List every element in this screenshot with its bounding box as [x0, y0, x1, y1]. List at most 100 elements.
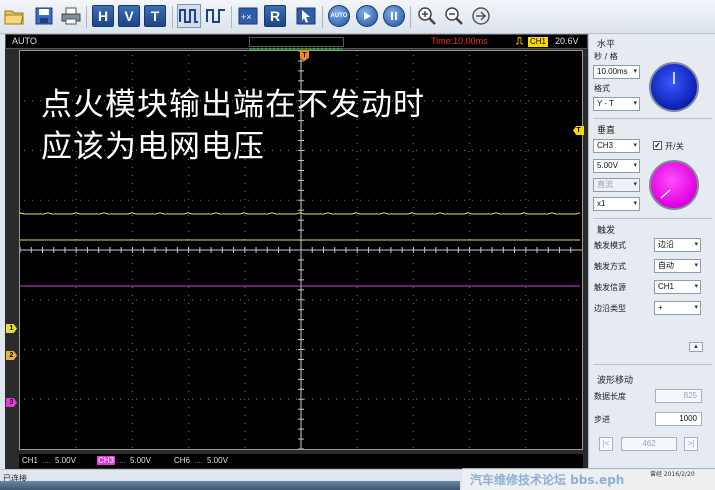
grid-dot: [356, 295, 358, 296]
grid-dot: [328, 150, 329, 151]
zoom-out-button[interactable]: [443, 5, 465, 27]
grid-dot: [525, 215, 527, 216]
probe-select[interactable]: x1 ▾: [593, 197, 640, 211]
pulse-wave-button[interactable]: [177, 4, 201, 28]
grid-dot: [560, 199, 561, 201]
grid-dot: [469, 79, 471, 80]
save-button[interactable]: [33, 5, 55, 27]
coupling-select[interactable]: 直流 ▾: [593, 178, 640, 192]
grid-dot: [525, 303, 527, 304]
grid-dot: [412, 375, 414, 376]
auto-icon: AUTO: [328, 5, 350, 27]
waveform-display[interactable]: 点火模块输出端在不发动时 应该为电网电压: [19, 50, 583, 450]
position-field[interactable]: 462: [621, 437, 677, 451]
grid-dot: [188, 191, 190, 192]
trigger-time-marker[interactable]: T: [0, 0, 309, 61]
grid-dot: [131, 319, 133, 320]
grid-dot: [480, 150, 481, 151]
timebase-select[interactable]: 10.00ms ▾: [593, 65, 640, 79]
grid-dot: [392, 150, 393, 151]
math-channel-button[interactable]: +×: [237, 5, 259, 27]
trigger-method-select[interactable]: 自动 ▾: [654, 259, 701, 273]
grid-dot: [448, 150, 449, 151]
volts-per-div-select[interactable]: 5.00V ▾: [593, 159, 640, 173]
zoom-in-button[interactable]: [416, 5, 438, 27]
grid-dot: [75, 391, 77, 392]
grid-dot: [188, 303, 190, 304]
reference-button[interactable]: R: [264, 5, 286, 27]
reset-view-button[interactable]: [470, 5, 492, 27]
step-field[interactable]: 1000: [655, 412, 702, 426]
grid-dot: [24, 349, 25, 350]
grid-dot: [356, 223, 358, 224]
grid-dot: [208, 299, 209, 301]
grid-dot: [75, 175, 77, 176]
first-position-button[interactable]: |<: [599, 437, 613, 451]
grid-dot: [525, 375, 527, 376]
grid-dot: [544, 349, 545, 350]
grid-dot: [384, 150, 385, 151]
printer-icon: [61, 7, 81, 25]
waveform-overview[interactable]: [249, 37, 344, 52]
wave-mode-button[interactable]: [205, 5, 227, 27]
grid-dot: [131, 407, 133, 408]
grid-dot: [416, 150, 417, 151]
grid-dot: [131, 287, 133, 288]
grid-dot: [344, 150, 345, 151]
grid-dot: [560, 299, 561, 301]
grid-dot: [304, 398, 305, 400]
grid-dot: [469, 399, 471, 400]
grid-dot: [356, 375, 358, 376]
grid-dot: [504, 100, 505, 102]
print-button[interactable]: [60, 5, 82, 27]
grid-dot: [244, 71, 246, 72]
auto-set-button[interactable]: AUTO: [328, 5, 350, 27]
volts-knob[interactable]: [649, 160, 699, 210]
grid-dot: [525, 119, 527, 120]
grid-dot: [356, 311, 358, 312]
grid-dot: [131, 447, 133, 448]
grid-dot: [469, 271, 471, 272]
trigger-button[interactable]: T: [144, 5, 166, 27]
trigger-mode-select[interactable]: 边沿 ▾: [654, 238, 701, 252]
cursor-select-button[interactable]: [295, 5, 317, 27]
data-length-field[interactable]: 825: [655, 389, 702, 403]
grid-dot: [248, 299, 249, 301]
vertical-button[interactable]: V: [118, 5, 140, 27]
grid-dot: [328, 398, 329, 400]
grid-dot: [244, 351, 246, 352]
grid-dot: [272, 349, 273, 350]
grid-dot: [525, 407, 527, 408]
grid-dot: [376, 299, 377, 301]
channel-select[interactable]: CH3 ▾: [593, 139, 640, 153]
horizontal-button[interactable]: H: [92, 5, 114, 27]
grid-dot: [75, 351, 77, 352]
grid-dot: [376, 199, 377, 201]
grid-dot: [469, 415, 471, 416]
grid-dot: [424, 299, 425, 301]
grid-dot: [525, 263, 527, 264]
grid-dot: [525, 167, 527, 168]
grid-dot: [304, 199, 305, 201]
format-select[interactable]: Y - T ▾: [593, 97, 640, 111]
last-position-button[interactable]: >|: [684, 437, 698, 451]
edge-type-select[interactable]: + ▾: [654, 301, 701, 315]
timebase-knob[interactable]: [649, 62, 699, 112]
trigger-collapse-button[interactable]: ▲: [689, 342, 703, 352]
grid-dot: [440, 398, 441, 400]
grid-dot: [412, 311, 414, 312]
divider: [593, 364, 712, 365]
channel-onoff-checkbox[interactable]: ✓: [653, 141, 662, 150]
grid-dot: [432, 100, 433, 102]
grid-dot: [288, 299, 289, 301]
grid-dot: [312, 299, 313, 301]
grid-dot: [356, 351, 358, 352]
grid-dot: [75, 399, 77, 400]
grid-dot: [240, 398, 241, 400]
run-button[interactable]: [356, 5, 378, 27]
trigger-source-select[interactable]: CH1 ▾: [654, 280, 701, 294]
waveform-move-group-title: 波形移动: [597, 376, 634, 386]
grid-dot: [72, 199, 73, 201]
stop-button[interactable]: [383, 5, 405, 27]
grid-dot: [244, 279, 246, 280]
